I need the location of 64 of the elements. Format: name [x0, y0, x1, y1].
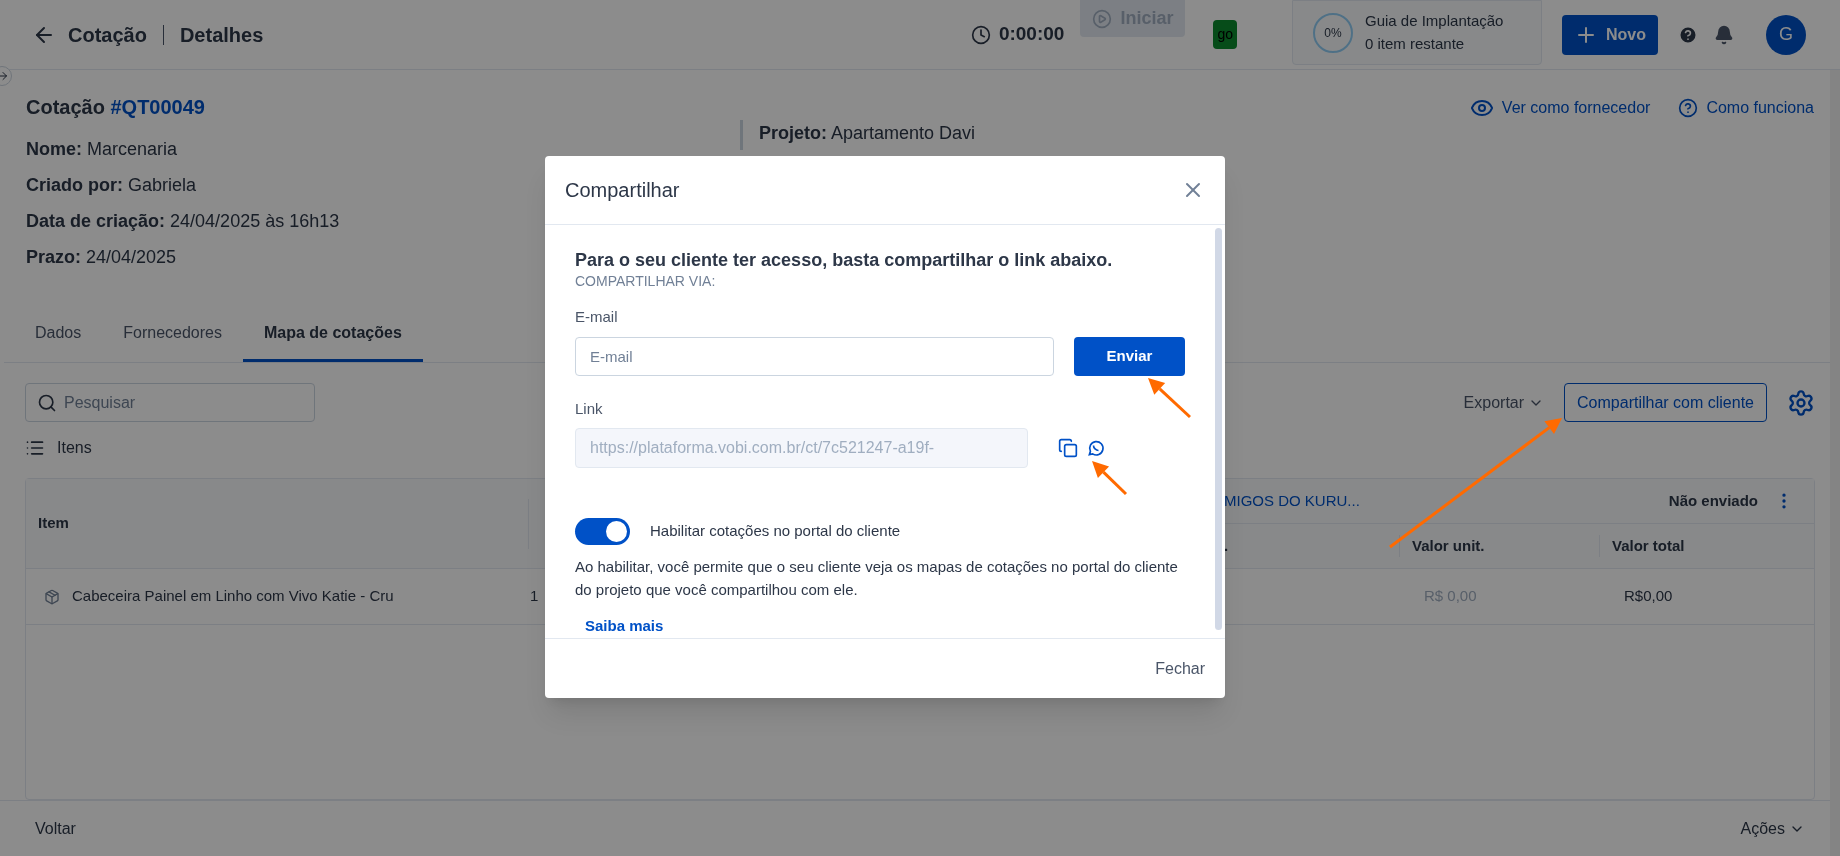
learn-more-link[interactable]: Saiba mais	[585, 615, 664, 638]
supplier-name[interactable]: MIGOS DO KURU...	[1224, 489, 1360, 512]
help-icon	[1678, 98, 1699, 118]
dialog-title: Compartilhar	[565, 178, 680, 203]
whatsapp-icon[interactable]	[1086, 438, 1106, 458]
link-field[interactable]: https://plataforma.vobi.com.br/ct/7c521247-a19f-	[575, 428, 1028, 468]
list-icon	[25, 438, 45, 458]
guide-subtitle: 0 item restante	[1365, 33, 1466, 54]
portal-toggle[interactable]	[575, 518, 630, 545]
copy-icon[interactable]	[1058, 438, 1078, 458]
section-caption: COMPARTILHAR VIA:	[575, 272, 717, 291]
info-field: Data de criação: 24/04/2025 às 16h13	[26, 210, 340, 233]
page-title: Detalhes	[179, 22, 264, 48]
tab[interactable]: Dados	[14, 321, 103, 362]
export-dropdown[interactable]: Exportar	[1463, 390, 1545, 415]
help-icon[interactable]	[1678, 24, 1698, 45]
settings-icon[interactable]	[1787, 388, 1815, 417]
search-field[interactable]: Pesquisar	[25, 383, 315, 422]
toggle-description: Ao habilitar, você permite que o seu cliente veja os mapas de cotações no portal do cliente do projeto que você compartilhou com ele.	[575, 557, 1179, 600]
tab[interactable]: Mapa de cotações	[242, 321, 423, 362]
search-icon	[37, 393, 57, 413]
supplier-view-link[interactable]: Ver como fornecedor	[1469, 96, 1651, 120]
guide-title: Guia de Implantação	[1365, 11, 1504, 31]
section-label: Itens	[57, 438, 92, 458]
share-button[interactable]: Compartilhar com cliente	[1564, 383, 1767, 422]
field-label: Link	[575, 398, 603, 419]
status-badge: go	[1213, 20, 1237, 49]
product-icon	[44, 588, 60, 605]
field-label: E-mail	[575, 307, 618, 327]
email-field[interactable]: E-mail	[575, 336, 1054, 376]
info-field: Prazo: 24/04/2025	[26, 246, 177, 269]
arrow-right-icon	[0, 70, 9, 82]
toggle-label: Habilitar cotações no portal do cliente	[650, 521, 901, 542]
progress-ring: 0%	[1313, 12, 1353, 53]
clock-icon	[970, 24, 991, 45]
guide-card[interactable]: 0% Guia de Implantação 0 item restante	[1292, 0, 1542, 65]
status-label: Não enviado	[1668, 490, 1758, 511]
actions-dropdown[interactable]: Ações	[1740, 816, 1805, 841]
quantity-cell-text: 1	[530, 586, 539, 607]
timer: 0:00:00	[998, 22, 1065, 47]
user-avatar[interactable]: G	[1766, 14, 1806, 55]
back-link[interactable]: Voltar	[35, 816, 76, 841]
quote-title: Cotação #QT00049	[26, 96, 205, 118]
column-header: .	[1224, 535, 1230, 556]
info-field: Nome: Marcenaria	[26, 138, 178, 161]
new-button[interactable]: Novo	[1562, 14, 1658, 55]
dialog-heading: Para o seu cliente ter acesso, basta compartilhar o link abaixo.	[575, 249, 1114, 271]
tab[interactable]: Fornecedores	[102, 321, 243, 362]
close-button[interactable]: Fechar	[1155, 656, 1205, 681]
send-button[interactable]: Enviar	[1074, 336, 1185, 376]
scrollbar[interactable]	[1215, 228, 1222, 630]
breadcrumb-link[interactable]: Cotação	[68, 19, 147, 50]
total-price: R$0,00	[1624, 586, 1674, 607]
play-icon	[1092, 8, 1113, 29]
info-field: Criado por: Gabriela	[26, 174, 197, 197]
bell-icon[interactable]	[1714, 24, 1734, 45]
column-header: Valor total	[1599, 534, 1685, 557]
annotation-arrow	[1092, 461, 1128, 496]
column-header: Valor unit.	[1399, 534, 1599, 557]
how-it-works-link[interactable]: Como funciona	[1678, 96, 1814, 120]
annotation-arrow	[1148, 378, 1192, 419]
project-field: Projeto: Apartamento Davi	[759, 120, 976, 147]
item-name: Cabeceira Painel em Linho com Vivo Katie - Cru	[72, 586, 395, 607]
column-header: Item	[37, 513, 70, 534]
